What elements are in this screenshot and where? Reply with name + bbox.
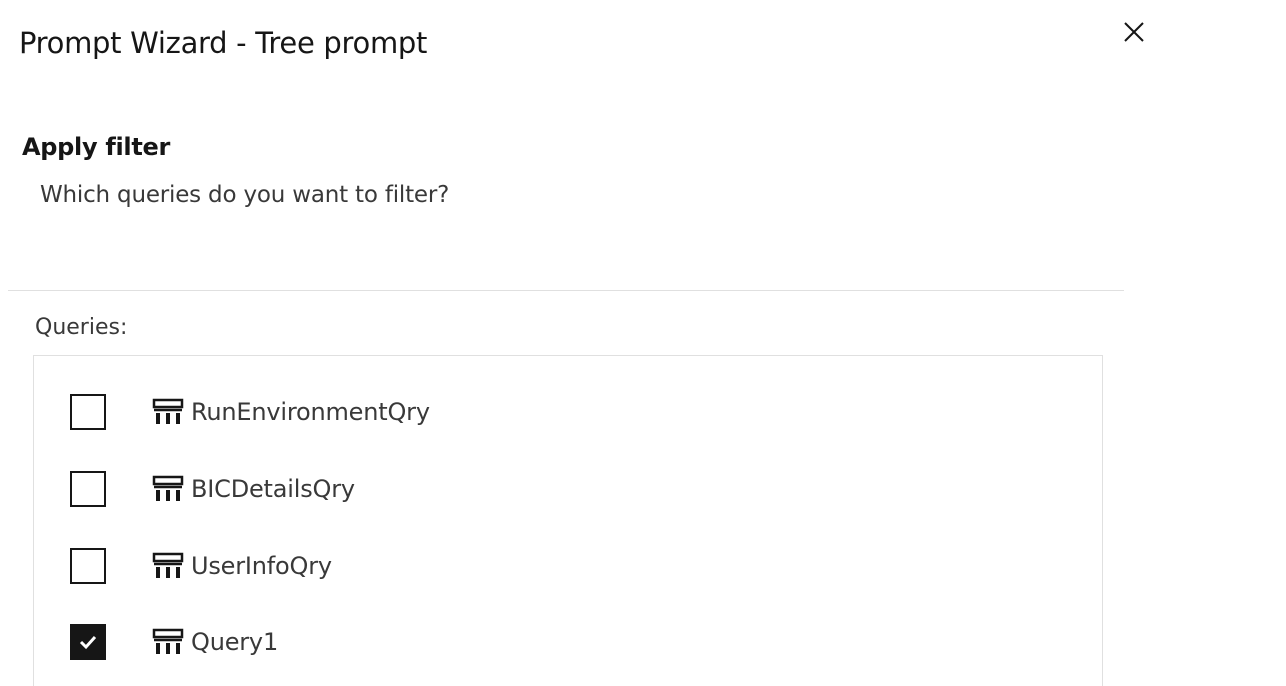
query-checkbox[interactable] xyxy=(70,471,106,507)
query-table-icon xyxy=(151,627,185,657)
dialog-title: Prompt Wizard - Tree prompt xyxy=(19,26,428,60)
close-button[interactable] xyxy=(1118,16,1150,48)
section-divider xyxy=(8,290,1124,291)
query-checkbox[interactable] xyxy=(70,548,106,584)
queries-label: Queries: xyxy=(35,315,128,340)
query-label: RunEnvironmentQry xyxy=(191,398,430,426)
step-description: Which queries do you want to filter? xyxy=(40,182,450,208)
checkmark-icon xyxy=(79,635,97,650)
list-item-query[interactable]: RunEnvironmentQry xyxy=(34,386,1102,438)
close-icon xyxy=(1124,22,1144,42)
query-label: UserInfoQry xyxy=(191,552,332,580)
list-item-query[interactable]: Query1 xyxy=(34,616,1102,668)
query-table-icon xyxy=(151,474,185,504)
query-table-icon xyxy=(151,551,185,581)
query-label: Query1 xyxy=(191,628,279,656)
query-table-icon xyxy=(151,397,185,427)
query-list: RunEnvironmentQry BICDetailsQry UserInfo… xyxy=(33,355,1103,686)
prompt-wizard-dialog: Prompt Wizard - Tree prompt Apply filter… xyxy=(0,0,1286,686)
query-label: BICDetailsQry xyxy=(191,475,355,503)
list-item-query[interactable]: UserInfoQry xyxy=(34,540,1102,592)
step-heading: Apply filter xyxy=(22,133,171,161)
list-item-query[interactable]: BICDetailsQry xyxy=(34,463,1102,515)
query-checkbox[interactable] xyxy=(70,624,106,660)
query-checkbox[interactable] xyxy=(70,394,106,430)
